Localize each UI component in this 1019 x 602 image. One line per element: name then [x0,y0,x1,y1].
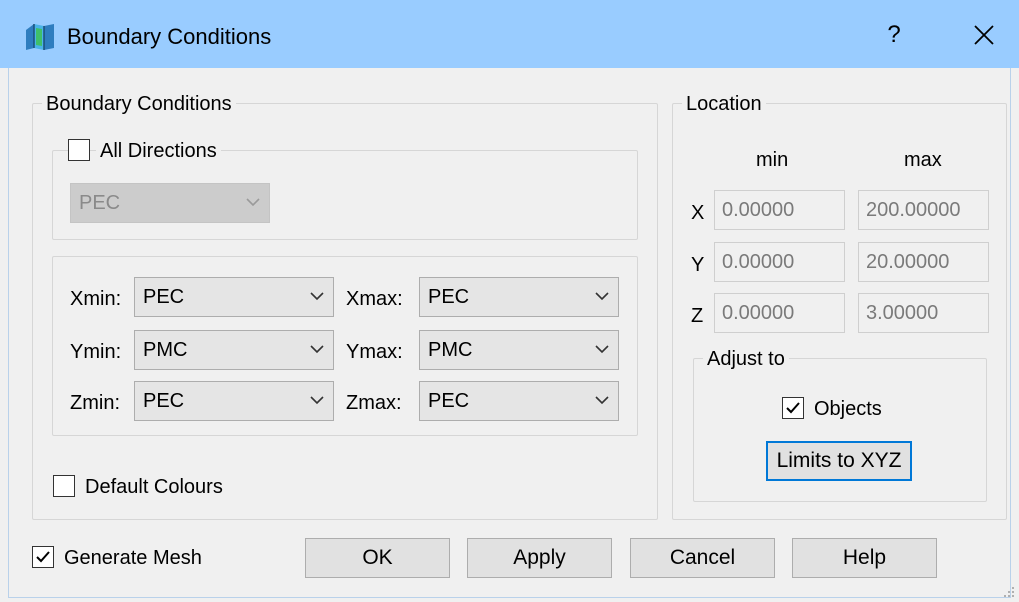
ymin-combo-value: PMC [143,339,188,361]
all-directions-checkbox[interactable] [68,139,90,161]
xmax-combo[interactable]: PEC [419,277,619,317]
app-icon [26,24,54,50]
help-button[interactable]: Help [792,538,937,578]
window-title: Boundary Conditions [67,24,272,49]
chevron-down-icon [310,396,324,405]
limits-to-xyz-button[interactable]: Limits to XYZ [766,441,912,481]
resize-grip-icon[interactable] [1003,586,1015,598]
all-directions-combo-value: PEC [79,192,121,214]
boundary-conditions-legend: Boundary Conditions [42,92,236,116]
default-colours-label: Default Colours [85,476,223,498]
zmin-label: Zmin: [70,392,120,414]
chevron-down-icon [310,292,324,301]
chevron-down-icon [246,198,260,207]
x-axis-label: X [691,202,705,224]
ymax-combo[interactable]: PMC [419,330,619,370]
max-header: max [904,149,942,171]
ymax-combo-value: PMC [428,339,473,361]
apply-button[interactable]: Apply [467,538,612,578]
xmin-label: Xmin: [70,288,122,310]
z-min-field[interactable] [714,293,845,333]
zmax-combo-value: PEC [428,390,470,412]
generate-mesh-checkbox[interactable] [32,546,54,568]
objects-checkbox[interactable] [782,397,804,419]
zmin-combo[interactable]: PEC [134,381,334,421]
check-icon [786,402,800,414]
z-max-field[interactable] [858,293,989,333]
generate-mesh-label: Generate Mesh [64,547,202,569]
xmin-combo[interactable]: PEC [134,277,334,317]
y-min-field[interactable] [714,242,845,282]
xmax-label: Xmax: [346,288,403,310]
ymin-label: Ymin: [70,341,122,363]
y-max-field[interactable] [858,242,989,282]
zmax-combo[interactable]: PEC [419,381,619,421]
y-axis-label: Y [691,254,705,276]
cancel-button[interactable]: Cancel [630,538,775,578]
chevron-down-icon [595,345,609,354]
title-help-button[interactable]: ? [878,18,910,52]
title-bar: Boundary Conditions ? [0,0,1019,68]
adjust-to-legend: Adjust to [703,347,789,371]
close-button[interactable] [966,18,1002,52]
chevron-down-icon [595,396,609,405]
all-directions-label: All Directions [96,139,221,163]
x-min-field[interactable] [714,190,845,230]
z-axis-label: Z [691,305,704,327]
location-legend: Location [682,92,766,116]
ymin-combo[interactable]: PMC [134,330,334,370]
xmin-combo-value: PEC [143,286,185,308]
close-icon [974,25,994,45]
x-max-field[interactable] [858,190,989,230]
objects-label: Objects [814,398,882,420]
zmax-label: Zmax: [346,392,402,414]
chevron-down-icon [595,292,609,301]
ok-button[interactable]: OK [305,538,450,578]
default-colours-checkbox[interactable] [53,475,75,497]
ymax-label: Ymax: [346,341,403,363]
xmax-combo-value: PEC [428,286,470,308]
min-header: min [756,149,789,171]
chevron-down-icon [310,345,324,354]
zmin-combo-value: PEC [143,390,185,412]
all-directions-combo[interactable]: PEC [70,183,270,223]
check-icon [36,551,50,563]
